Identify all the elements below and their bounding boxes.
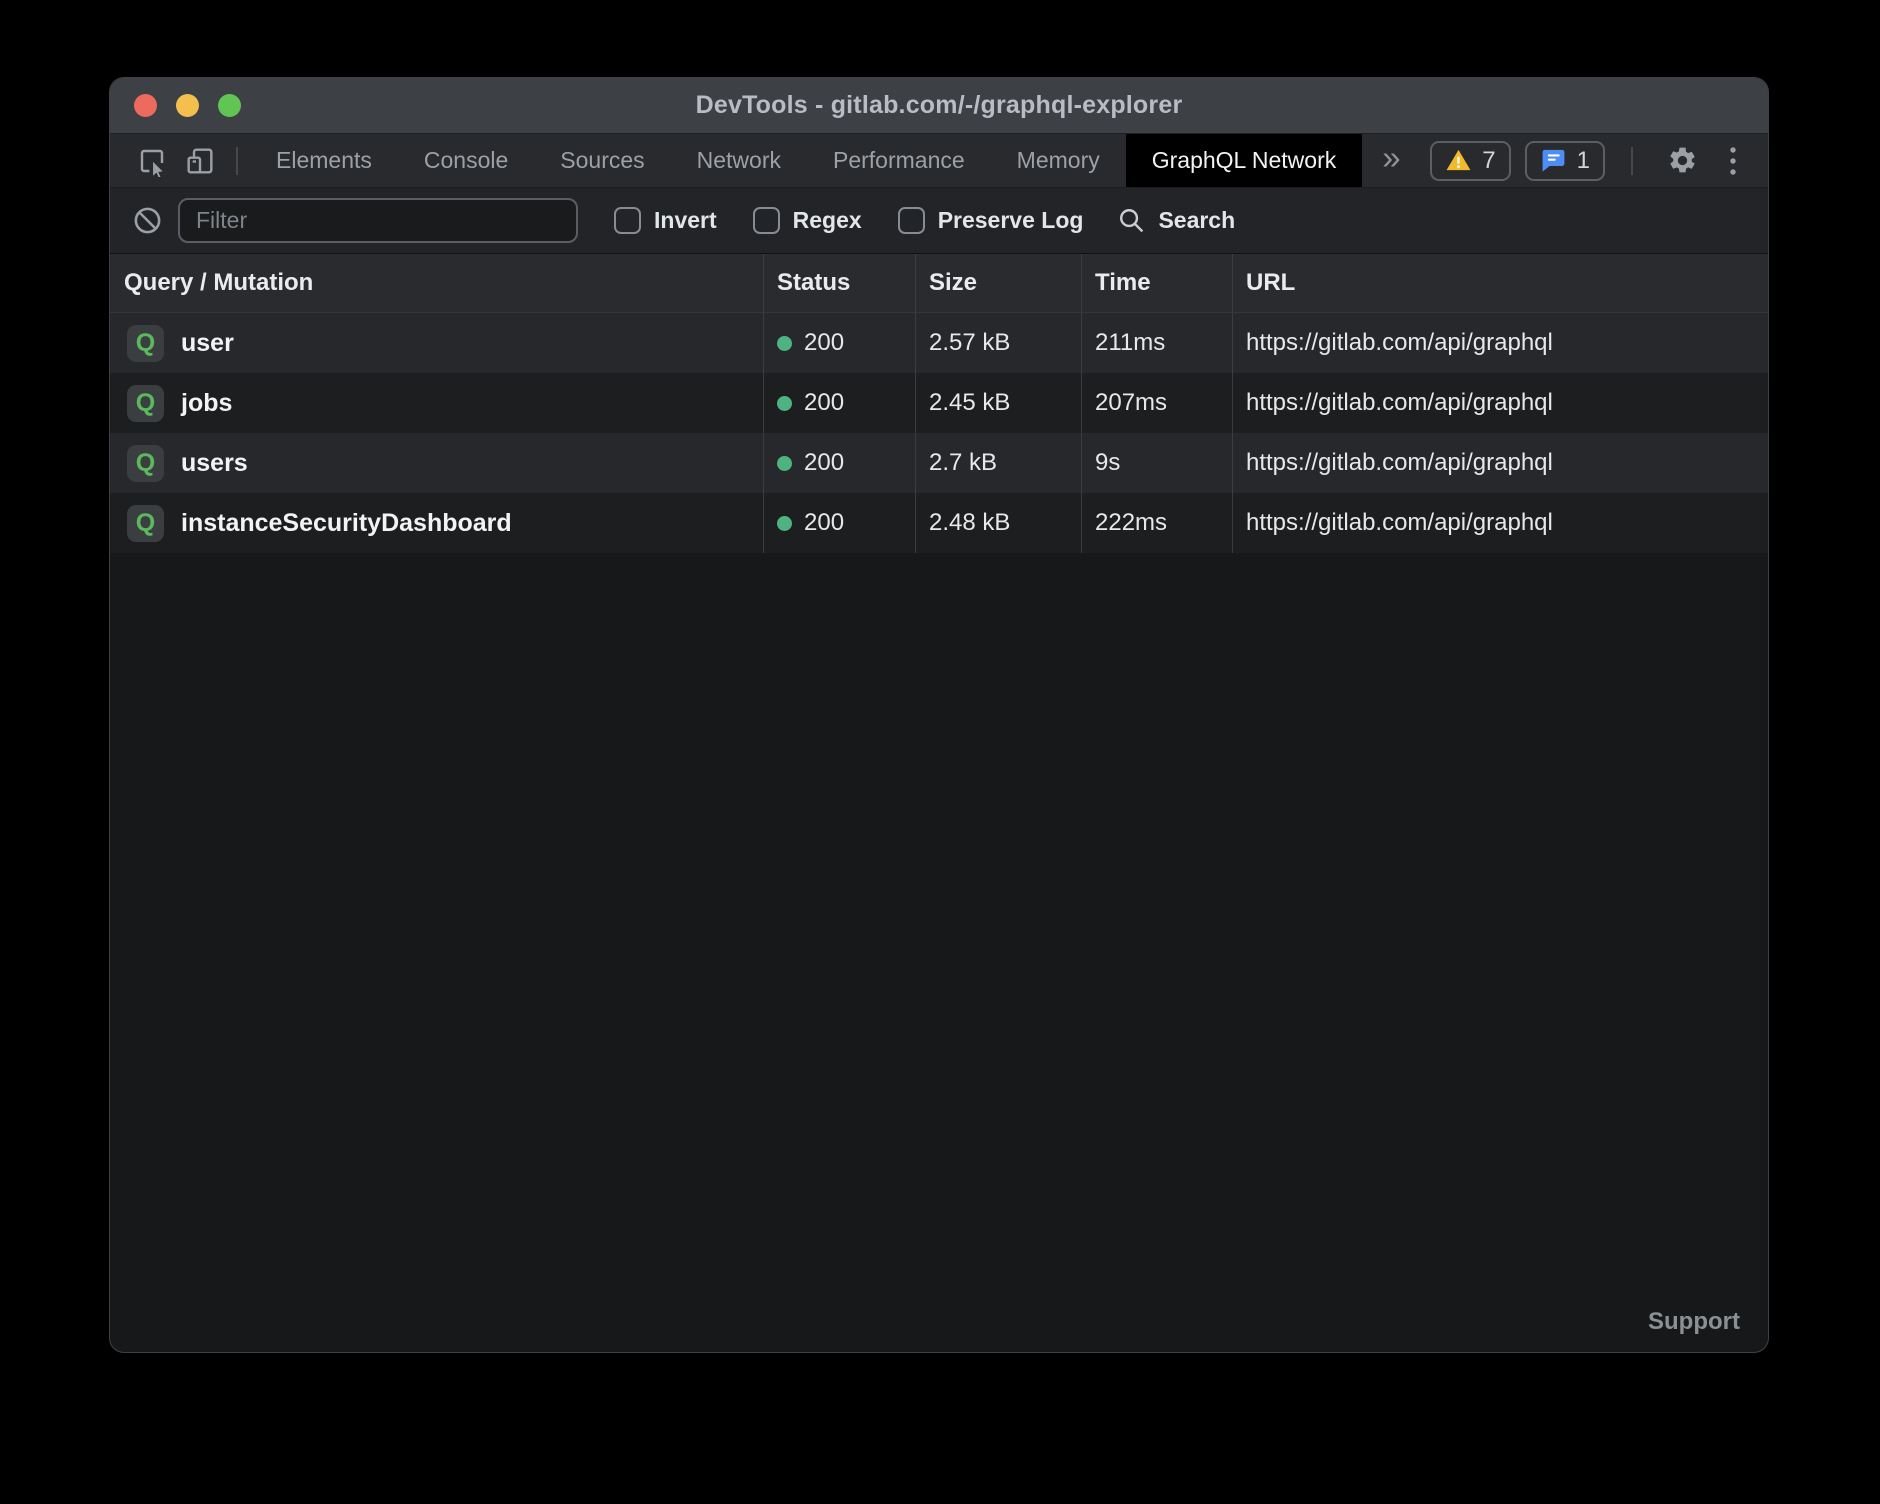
tab-graphql-network[interactable]: GraphQL Network: [1126, 134, 1363, 187]
zoom-button[interactable]: [218, 94, 241, 117]
filter-bar: Invert Regex Preserve Log Search: [110, 188, 1768, 254]
time-value: 222ms: [1095, 509, 1167, 537]
chevron-double-icon: »: [1382, 141, 1400, 174]
filter-input[interactable]: [178, 198, 578, 243]
query-type-letter: Q: [136, 329, 155, 358]
col-header-time[interactable]: Time: [1082, 254, 1233, 312]
status-ok-dot: [777, 396, 792, 411]
devtools-window: DevTools - gitlab.com/-/graphql-explorer…: [110, 78, 1768, 1352]
more-vert-icon: [1728, 144, 1738, 178]
search-toggle[interactable]: Search: [1117, 206, 1235, 235]
query-name: users: [181, 449, 248, 478]
traffic-lights: [134, 78, 241, 133]
time-value: 207ms: [1095, 389, 1167, 417]
status-ok-dot: [777, 336, 792, 351]
checkbox-input[interactable]: [898, 207, 925, 234]
checkbox-invert[interactable]: Invert: [614, 207, 717, 234]
table-header: Query / Mutation Status Size Time URL: [110, 254, 1768, 313]
checkbox-regex[interactable]: Regex: [753, 207, 862, 234]
status-code: 200: [804, 449, 844, 477]
toggle-device-toolbar-button[interactable]: [176, 134, 224, 187]
checkbox-input[interactable]: [753, 207, 780, 234]
tab-sources[interactable]: Sources: [534, 134, 670, 187]
query-type-badge: Q: [127, 445, 164, 482]
time-value: 9s: [1095, 449, 1120, 477]
status-code: 200: [804, 509, 844, 537]
url-value: https://gitlab.com/api/graphql: [1246, 329, 1553, 357]
filter-checkboxes: Invert Regex Preserve Log: [578, 207, 1083, 234]
toolbar-right: 7 1: [1430, 134, 1768, 187]
close-button[interactable]: [134, 94, 157, 117]
query-name: user: [181, 329, 234, 358]
time-value: 211ms: [1095, 329, 1165, 357]
size-value: 2.7 kB: [929, 449, 997, 477]
panel-empty-area: Support: [110, 553, 1768, 1352]
device-toolbar-icon: [184, 145, 216, 177]
tab-strip: ElementsConsoleSourcesNetworkPerformance…: [250, 134, 1362, 187]
titlebar: DevTools - gitlab.com/-/graphql-explorer: [110, 78, 1768, 134]
status-ok-dot: [777, 456, 792, 471]
query-type-badge: Q: [127, 325, 164, 362]
query-type-letter: Q: [136, 449, 155, 478]
search-icon: [1117, 206, 1146, 235]
checkbox-label: Preserve Log: [938, 207, 1084, 234]
tab-elements[interactable]: Elements: [250, 134, 398, 187]
query-name: jobs: [181, 389, 232, 418]
status-code: 200: [804, 329, 844, 357]
table-row-instancesecuritydashboard[interactable]: Q instanceSecurityDashboard 200 2.48 kB …: [110, 493, 1768, 553]
status-code: 200: [804, 389, 844, 417]
url-value: https://gitlab.com/api/graphql: [1246, 389, 1553, 417]
table-row-jobs[interactable]: Q jobs 200 2.45 kB 207ms https://gitlab.…: [110, 373, 1768, 433]
issues-count: 1: [1577, 147, 1590, 175]
toolbar-divider: [1631, 147, 1633, 175]
minimize-button[interactable]: [176, 94, 199, 117]
gear-icon: [1667, 145, 1698, 176]
size-value: 2.48 kB: [929, 509, 1010, 537]
query-type-letter: Q: [136, 509, 155, 538]
more-tabs-button[interactable]: »: [1362, 134, 1420, 187]
query-type-badge: Q: [127, 385, 164, 422]
inspect-icon: [136, 145, 168, 177]
inspect-element-button[interactable]: [128, 134, 176, 187]
col-header-status[interactable]: Status: [764, 254, 916, 312]
issues-button[interactable]: 1: [1525, 141, 1605, 181]
query-name: instanceSecurityDashboard: [181, 509, 512, 538]
window-title: DevTools - gitlab.com/-/graphql-explorer: [696, 91, 1183, 120]
query-type-badge: Q: [127, 505, 164, 542]
query-type-letter: Q: [136, 389, 155, 418]
status-ok-dot: [777, 516, 792, 531]
search-label: Search: [1158, 207, 1235, 234]
size-value: 2.45 kB: [929, 389, 1010, 417]
col-header-url[interactable]: URL: [1233, 254, 1768, 312]
col-header-query-mutation[interactable]: Query / Mutation: [110, 254, 764, 312]
size-value: 2.57 kB: [929, 329, 1010, 357]
more-options-button[interactable]: [1720, 144, 1746, 178]
toolbar-divider: [236, 147, 238, 175]
settings-button[interactable]: [1659, 145, 1706, 176]
warnings-button[interactable]: 7: [1430, 141, 1510, 181]
url-value: https://gitlab.com/api/graphql: [1246, 509, 1553, 537]
warning-triangle-icon: [1445, 147, 1472, 174]
checkbox-label: Regex: [793, 207, 862, 234]
url-value: https://gitlab.com/api/graphql: [1246, 449, 1553, 477]
checkbox-input[interactable]: [614, 207, 641, 234]
table-row-user[interactable]: Q user 200 2.57 kB 211ms https://gitlab.…: [110, 313, 1768, 373]
request-list: Q user 200 2.57 kB 211ms https://gitlab.…: [110, 313, 1768, 553]
tab-performance[interactable]: Performance: [807, 134, 991, 187]
tab-memory[interactable]: Memory: [991, 134, 1126, 187]
checkbox-label: Invert: [654, 207, 717, 234]
clear-filter-button[interactable]: [132, 205, 163, 236]
col-header-size[interactable]: Size: [916, 254, 1082, 312]
tab-console[interactable]: Console: [398, 134, 534, 187]
tab-network[interactable]: Network: [671, 134, 807, 187]
support-link[interactable]: Support: [1648, 1308, 1740, 1336]
message-bubble-icon: [1540, 147, 1567, 174]
warnings-count: 7: [1482, 147, 1495, 175]
checkbox-preserve-log[interactable]: Preserve Log: [898, 207, 1084, 234]
block-icon: [132, 205, 163, 236]
devtools-toolbar: ElementsConsoleSourcesNetworkPerformance…: [110, 134, 1768, 188]
table-row-users[interactable]: Q users 200 2.7 kB 9s https://gitlab.com…: [110, 433, 1768, 493]
